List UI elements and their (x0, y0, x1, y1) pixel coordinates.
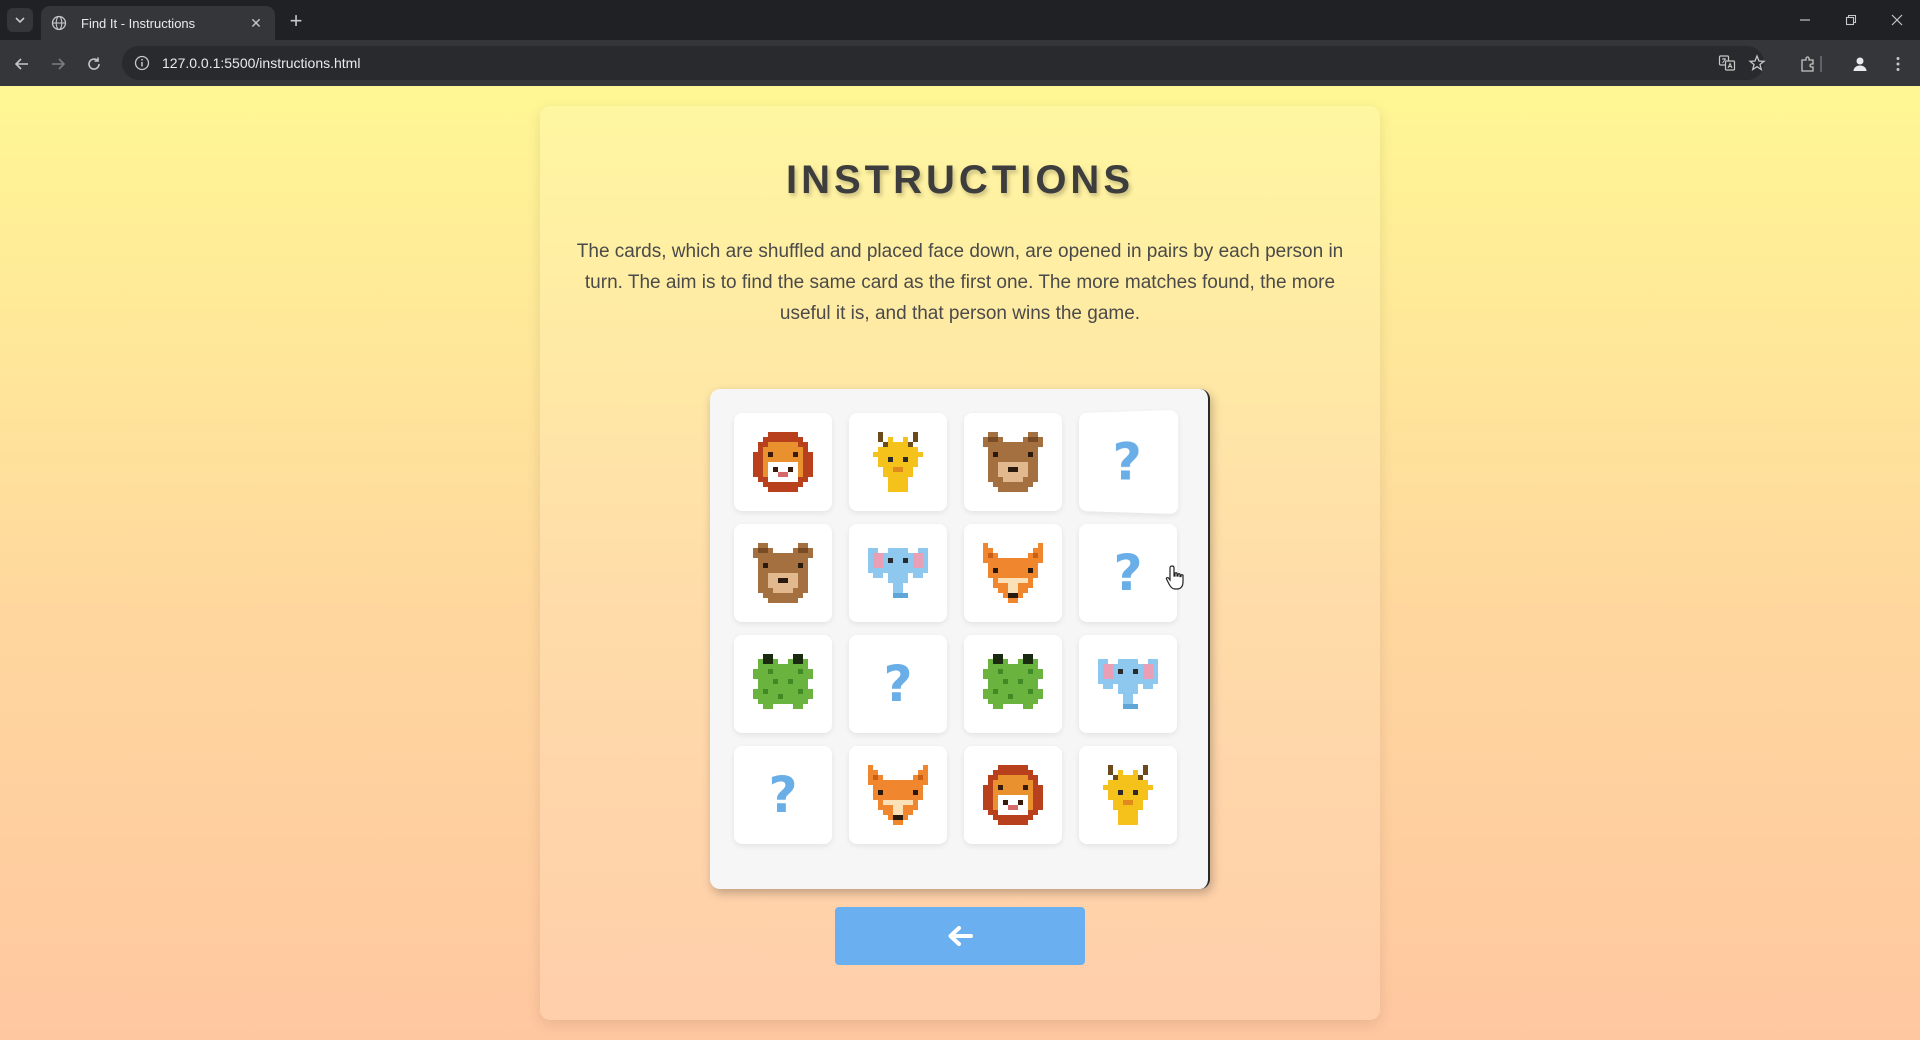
card-board: ???? (710, 389, 1210, 889)
fox-icon (983, 543, 1043, 603)
arrow-left-icon (14, 58, 28, 70)
kebab-menu-icon (1896, 57, 1900, 71)
arrow-right-icon (52, 58, 66, 70)
close-tab-icon[interactable]: ✕ (247, 14, 265, 32)
instructions-text: The cards, which are shuffled and placed… (576, 241, 1344, 324)
minimize-icon (1800, 19, 1810, 21)
tab-title: Find It - Instructions (81, 15, 196, 31)
fox-icon (868, 765, 928, 825)
tab-bar: Find It - Instructions ✕ + (0, 0, 1920, 40)
toolbar-divider (1820, 56, 1822, 72)
restore-icon (1845, 14, 1857, 26)
reload-icon (88, 57, 100, 70)
reload-button[interactable] (80, 50, 108, 78)
card-frog[interactable] (964, 635, 1062, 733)
card-bear[interactable] (734, 524, 832, 622)
back-nav-button[interactable] (8, 50, 36, 78)
bear-icon (983, 432, 1043, 492)
question-mark-icon: ? (1112, 431, 1142, 493)
profile-button[interactable] (1846, 50, 1874, 78)
elephant-icon (868, 548, 928, 598)
instructions-panel: INSTRUCTIONS The cards, which are shuffl… (540, 106, 1380, 1020)
elephant-icon (1098, 659, 1158, 709)
card-lion[interactable] (734, 413, 832, 511)
card-elephant[interactable] (849, 524, 947, 622)
card-elephant[interactable] (1079, 635, 1177, 733)
url-text[interactable]: 127.0.0.1:5500/instructions.html (162, 55, 360, 71)
browser-menu-button[interactable] (1884, 50, 1912, 78)
bear-icon (753, 543, 813, 603)
page-background: INSTRUCTIONS The cards, which are shuffl… (0, 86, 1920, 1040)
puzzle-icon (1801, 56, 1814, 72)
card-fox[interactable] (964, 524, 1062, 622)
minimize-button[interactable] (1782, 0, 1828, 40)
lion-icon (983, 765, 1043, 825)
profile-icon (1853, 57, 1867, 71)
tab-search-button[interactable] (7, 8, 33, 32)
site-info-icon[interactable] (134, 55, 150, 71)
extensions-button[interactable] (1794, 50, 1822, 78)
address-bar[interactable]: 127.0.0.1:5500/instructions.html (122, 46, 1766, 80)
forward-nav-button[interactable] (44, 50, 72, 78)
chevron-down-icon (15, 17, 25, 24)
translate-button[interactable] (1712, 46, 1742, 80)
card-giraffe[interactable] (849, 413, 947, 511)
card-lion[interactable] (964, 746, 1062, 844)
new-tab-button[interactable]: + (283, 8, 309, 34)
page-title: INSTRUCTIONS (786, 158, 1134, 202)
frog-icon (753, 654, 813, 709)
browser-toolbar: 127.0.0.1:5500/instructions.html (0, 40, 1920, 86)
star-icon (1748, 54, 1766, 71)
lion-icon (753, 432, 813, 492)
card-hidden[interactable]: ? (849, 635, 947, 733)
close-icon (1891, 14, 1903, 26)
giraffe-icon (873, 432, 923, 492)
bookmark-button[interactable] (1742, 46, 1772, 80)
translate-icon (1718, 55, 1736, 71)
restore-button[interactable] (1828, 0, 1874, 40)
question-mark-icon: ? (883, 655, 913, 713)
card-hidden[interactable]: ? (1079, 524, 1177, 622)
question-mark-icon: ? (768, 766, 798, 824)
card-giraffe[interactable] (1079, 746, 1177, 844)
card-fox[interactable] (849, 746, 947, 844)
card-hidden[interactable]: ? (1079, 409, 1179, 515)
card-frog[interactable] (734, 635, 832, 733)
globe-icon (51, 15, 67, 31)
frog-icon (983, 654, 1043, 709)
close-window-button[interactable] (1874, 0, 1920, 40)
hand-cursor-icon (1165, 565, 1184, 590)
giraffe-icon (1103, 765, 1153, 825)
active-tab[interactable]: Find It - Instructions ✕ (41, 6, 275, 40)
back-button[interactable] (835, 907, 1085, 965)
arrow-left-icon (948, 926, 973, 946)
card-bear[interactable] (964, 413, 1062, 511)
question-mark-icon: ? (1113, 544, 1143, 602)
card-hidden[interactable]: ? (734, 746, 832, 844)
